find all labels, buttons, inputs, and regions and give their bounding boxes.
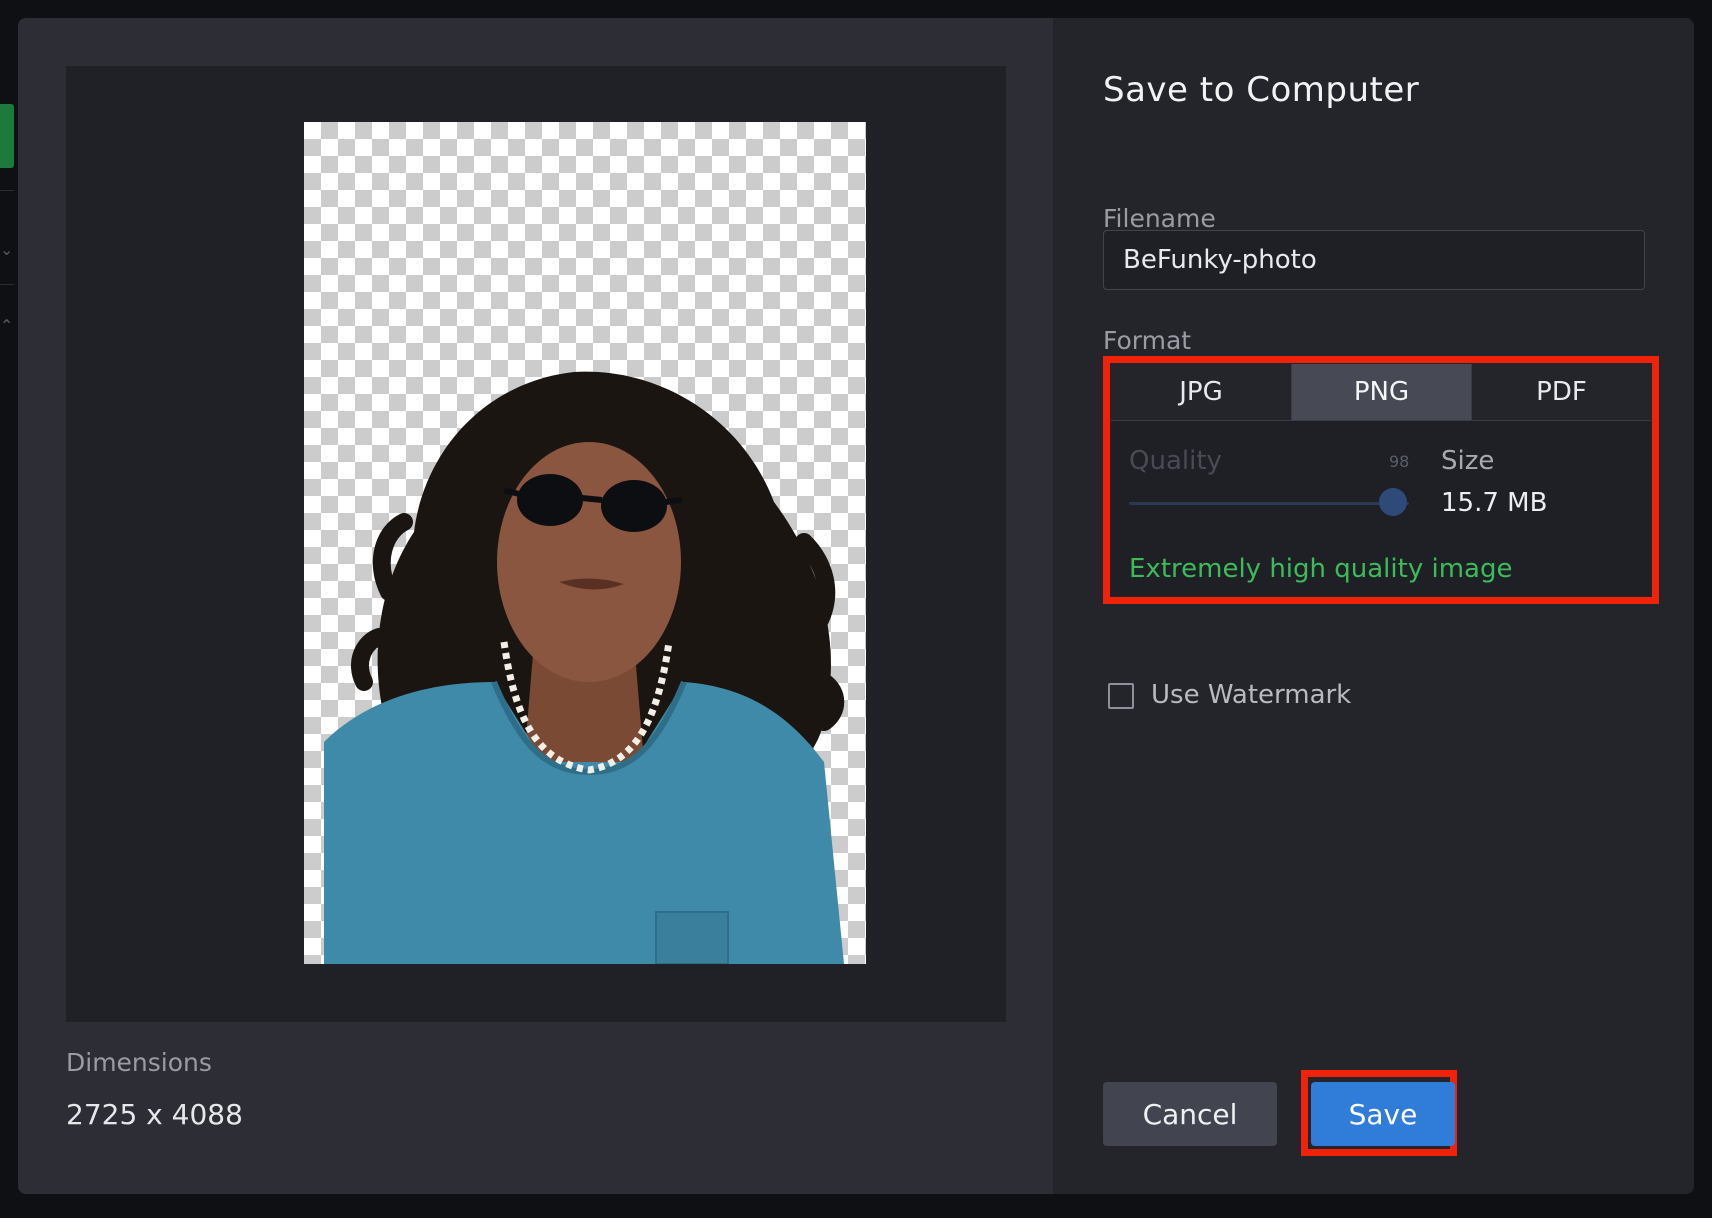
watermark-label[interactable]: Use Watermark xyxy=(1151,680,1351,710)
size-label: Size xyxy=(1441,446,1495,476)
save-dialog: Dimensions 2725 x 4088 Save to Computer … xyxy=(18,18,1694,1194)
format-label: Format xyxy=(1103,326,1192,355)
format-panel: JPG PNG PDF Quality 98 Size 15.7 MB Extr… xyxy=(1111,364,1651,596)
size-value: 15.7 MB xyxy=(1441,488,1548,518)
chevron-up-icon: ⌃ xyxy=(0,316,14,335)
tab-pdf[interactable]: PDF xyxy=(1471,364,1651,420)
cancel-button[interactable]: Cancel xyxy=(1103,1082,1277,1146)
filename-label: Filename xyxy=(1103,204,1216,233)
quality-value: 98 xyxy=(1389,452,1410,471)
background-divider xyxy=(0,190,14,191)
options-panel: Save to Computer Filename Format JPG PNG… xyxy=(1053,18,1694,1194)
tab-png[interactable]: PNG xyxy=(1291,364,1471,420)
dimensions-label: Dimensions xyxy=(66,1048,212,1077)
quality-label: Quality xyxy=(1129,446,1222,476)
photo-preview xyxy=(304,122,866,964)
portrait-image xyxy=(324,371,845,964)
background-app-strip xyxy=(0,104,14,168)
image-preview-area xyxy=(66,66,1006,1022)
quality-message: Extremely high quality image xyxy=(1129,554,1513,584)
chevron-down-icon: ⌄ xyxy=(0,240,14,259)
format-tabs: JPG PNG PDF xyxy=(1111,364,1651,421)
watermark-checkbox[interactable] xyxy=(1108,683,1134,709)
dialog-title: Save to Computer xyxy=(1103,70,1420,110)
quality-slider-track[interactable] xyxy=(1129,502,1409,505)
tab-jpg[interactable]: JPG xyxy=(1111,364,1291,420)
preview-panel: Dimensions 2725 x 4088 xyxy=(18,18,1053,1194)
save-button[interactable]: Save xyxy=(1311,1082,1455,1146)
filename-input[interactable] xyxy=(1103,230,1645,290)
dimensions-value: 2725 x 4088 xyxy=(66,1098,243,1131)
background-divider xyxy=(0,284,14,285)
quality-slider-handle[interactable] xyxy=(1379,488,1407,516)
